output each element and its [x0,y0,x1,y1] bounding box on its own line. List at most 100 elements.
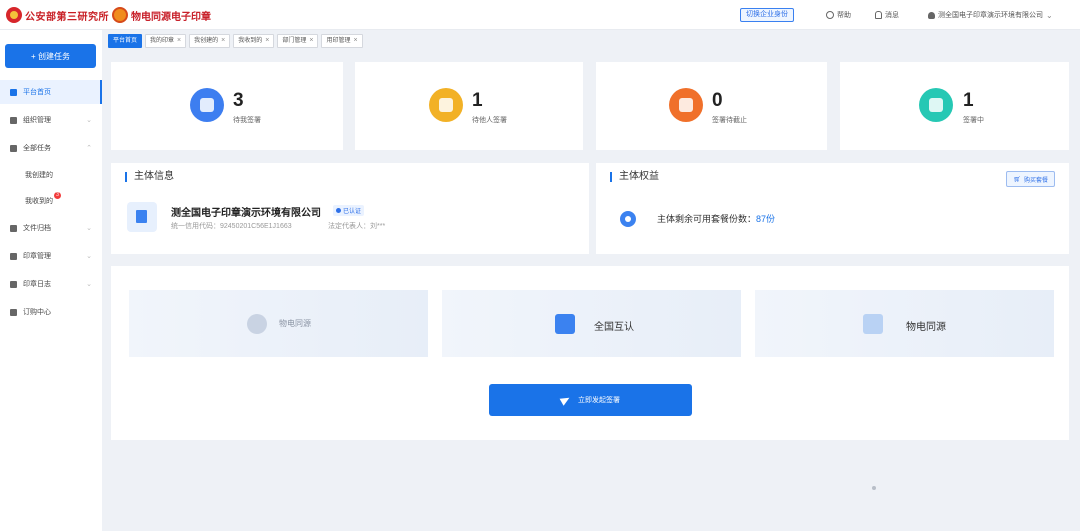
feature-card-same-source: 物电同源 [755,290,1054,357]
check-icon [336,208,341,213]
credit-code: 统一信用代码：92450201C56E1J1663 [171,223,292,230]
feature-card-national: 全国互认 [442,290,741,357]
help-label: 帮助 [837,12,851,19]
cart-icon [10,308,17,316]
tab-label: 部门管理 [282,38,307,44]
chevron-down-icon: ⌄ [86,253,92,260]
stat-label: 待他人签署 [472,117,507,124]
tasks-icon [10,144,17,152]
seal-stamp-icon [247,314,267,334]
sidebar-item-tasks[interactable]: 全部任务 ⌃ [0,136,102,160]
certified-label: 已认证 [343,209,362,215]
chevron-down-icon: ⌄ [86,225,92,232]
close-icon[interactable]: × [265,35,269,47]
chevron-down-icon: ⌄ [1046,10,1053,20]
legal-representative: 法定代表人：刘*** [328,223,386,230]
entity-rights-panel: 主体权益 🛒︎ 购买套餐 主体剩余可用套餐份数：87份 [596,163,1069,254]
sidebar-subitem-created[interactable]: 我创建的 [25,170,53,180]
cart-icon: 🛒︎ [1013,176,1021,183]
close-icon[interactable]: × [177,35,181,47]
stat-value: 1 [963,90,974,111]
org-icon [10,116,17,124]
close-icon[interactable]: × [353,35,357,47]
sidebar-item-label: 印章日志 [23,281,51,288]
send-icon [559,394,572,406]
sidebar-item-label: 全部任务 [23,145,51,152]
chevron-up-icon: ⌃ [86,145,92,152]
entity-name: 测全国电子印章演示环境有限公司 [171,208,321,219]
remaining-label: 主体剩余可用套餐份数： [657,214,757,224]
entity-info-panel: 主体信息 测全国电子印章演示环境有限公司 已认证 统一信用代码：92450201… [111,163,589,254]
remaining-count: 87份 [756,214,776,224]
log-icon [10,280,17,288]
create-task-label: + 创建任务 [31,51,70,61]
sidebar-subitem-label: 我收到的 [25,198,53,205]
sidebar-item-org[interactable]: 组织管理 ⌄ [0,108,102,132]
close-icon[interactable]: × [309,35,313,47]
help-link[interactable]: 帮助 [826,10,851,20]
medal-icon [618,207,638,229]
stat-card-pending-others[interactable]: 1 待他人签署 [355,62,583,150]
sidebar-item-home[interactable]: 平台首页 [0,80,102,104]
tabs-bar: 平台首页 我的印章 × 我创建的 × 我收到的 × 部门管理 × 用印管理 × [108,34,363,48]
bell-icon [875,11,882,19]
feature-card-physical: 物电同源 [129,290,428,357]
certified-badge: 已认证 [333,205,365,216]
carousel-indicator[interactable] [872,486,876,490]
tab-home[interactable]: 平台首页 [108,34,143,48]
sidebar-item-label: 订购中心 [23,309,51,316]
sidebar: + 创建任务 平台首页 组织管理 ⌄ 全部任务 ⌃ 我创建的 我收到的 3 文件… [0,30,102,531]
start-signing-button[interactable]: 立即发起签署 [489,384,692,416]
chevron-down-icon: ⌄ [86,117,92,124]
help-icon [826,11,834,19]
sidebar-subitem-received[interactable]: 我收到的 3 [25,192,61,206]
stat-value: 3 [233,90,244,111]
system-name: 物电同源电子印章 [131,12,211,23]
sidebar-item-label: 印章管理 [23,253,51,260]
sidebar-subitem-label: 我创建的 [25,172,53,179]
user-name: 测全国电子印章演示环境有限公司 [938,12,1043,19]
home-icon [10,88,17,96]
panel-title: 主体权益 [610,172,659,182]
remaining-packages: 主体剩余可用套餐份数：87份 [657,212,775,225]
top-header: 公安部第三研究所 物电同源电子印章 切换企业身份 帮助 消息 测全国电子印章演示… [0,0,1080,30]
sidebar-item-label: 平台首页 [23,89,51,96]
archive-icon [10,224,17,232]
list-check-icon [919,88,953,122]
messages-link[interactable]: 消息 [875,10,899,20]
tab-my-seals[interactable]: 我的印章 × [145,34,187,48]
start-signing-label: 立即发起签署 [578,397,620,404]
stat-label: 签署中 [963,117,984,124]
building-icon [127,202,157,232]
stat-card-deadline[interactable]: 0 签署待截止 [596,62,827,150]
tab-created[interactable]: 我创建的 × [189,34,231,48]
sidebar-item-seals[interactable]: 印章管理 ⌄ [0,244,102,268]
create-task-button[interactable]: + 创建任务 [5,44,96,68]
stat-card-pending-me[interactable]: 3 待我签署 [111,62,343,150]
feature-label: 物电同源 [906,322,946,333]
tab-label: 我收到的 [238,38,263,44]
police-emblem-icon [6,7,22,23]
sidebar-item-archive[interactable]: 文件归档 ⌄ [0,216,102,240]
sidebar-item-orders[interactable]: 订购中心 [0,300,102,324]
tab-label: 平台首页 [113,38,138,44]
tab-seal-usage[interactable]: 用印管理 × [321,34,363,48]
org-name: 公安部第三研究所 [25,12,109,23]
sidebar-item-label: 文件归档 [23,225,51,232]
tab-label: 我创建的 [194,38,219,44]
buy-package-button[interactable]: 🛒︎ 购买套餐 [1006,171,1055,187]
user-icon [928,11,935,19]
certificate-icon [555,314,575,334]
seal-logo-icon [112,7,128,23]
shield-icon [863,314,883,334]
stat-card-signing[interactable]: 1 签署中 [840,62,1069,150]
tab-label: 用印管理 [326,38,351,44]
sidebar-item-seal-log[interactable]: 印章日志 ⌄ [0,272,102,296]
user-menu[interactable]: 测全国电子印章演示环境有限公司 ⌄ [928,10,1053,20]
switch-identity-button[interactable]: 切换企业身份 [740,8,794,22]
stat-label: 签署待截止 [712,117,747,124]
close-icon[interactable]: × [221,35,225,47]
seal-icon [10,252,17,260]
tab-received[interactable]: 我收到的 × [233,34,275,48]
tab-departments[interactable]: 部门管理 × [277,34,319,48]
